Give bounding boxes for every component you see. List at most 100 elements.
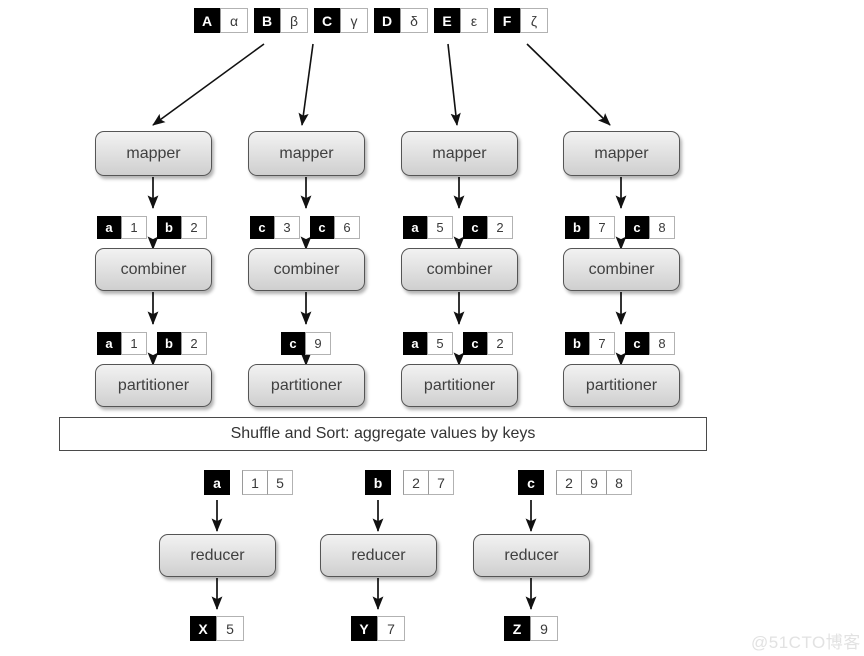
group-value-list: 1 5 (242, 470, 293, 495)
watermark: @51CTO博客 (751, 633, 861, 652)
pair-value: 8 (649, 332, 675, 355)
pair-key: Y (351, 616, 377, 641)
pair-value: 2 (487, 332, 513, 355)
pair-value: δ (400, 8, 428, 33)
pair-value: ε (460, 8, 488, 33)
partitioner-label: partitioner (117, 376, 190, 394)
pair-value: γ (340, 8, 368, 33)
mapper-output-pair: c 8 (625, 216, 675, 239)
reducer-input-group: a 1 5 (204, 470, 293, 495)
combiner-label: combiner (588, 260, 655, 278)
arrow-input-to-mapper-4 (526, 43, 611, 126)
combiner-box[interactable]: combiner (95, 248, 212, 291)
group-value-list: 2 9 8 (556, 470, 632, 495)
combiner-output-pair: c 9 (281, 332, 331, 355)
reducer-input-group: b 2 7 (365, 470, 454, 495)
pair-value: ζ (520, 8, 548, 33)
mapper-label: mapper (594, 144, 649, 162)
mapper-box[interactable]: mapper (563, 131, 680, 176)
partitioner-box[interactable]: partitioner (401, 364, 518, 407)
combiner-label: combiner (273, 260, 340, 278)
group-value: 1 (242, 470, 268, 495)
final-output-pair: Z 9 (504, 616, 558, 641)
reducer-box[interactable]: reducer (320, 534, 437, 577)
pair-value: α (220, 8, 248, 33)
pair-key: F (494, 8, 520, 33)
reducer-box[interactable]: reducer (473, 534, 590, 577)
pair-value: 5 (216, 616, 244, 641)
pair-value: 5 (427, 216, 453, 239)
mapper-output-pair: a 1 (97, 216, 147, 239)
pair-value: 5 (427, 332, 453, 355)
pair-value: 3 (274, 216, 300, 239)
partitioner-box[interactable]: partitioner (563, 364, 680, 407)
partitioner-label: partitioner (585, 376, 658, 394)
input-pair: E ε (434, 8, 488, 33)
input-pair: C γ (314, 8, 368, 33)
pair-value: 1 (121, 216, 147, 239)
combiner-box[interactable]: combiner (563, 248, 680, 291)
input-pair: F ζ (494, 8, 548, 33)
pair-key: c (625, 216, 649, 239)
pair-value: 1 (121, 332, 147, 355)
mapper-output-pair: c 2 (463, 216, 513, 239)
pair-key: b (157, 216, 181, 239)
pair-key: Z (504, 616, 530, 641)
reducer-input-group: c 2 9 8 (518, 470, 632, 495)
mapper-output-pair: a 5 (403, 216, 453, 239)
input-pair: A α (194, 8, 248, 33)
combiner-label: combiner (120, 260, 187, 278)
pair-key: A (194, 8, 220, 33)
partitioner-box[interactable]: partitioner (95, 364, 212, 407)
pair-key: a (97, 216, 121, 239)
shuffle-and-sort-label: Shuffle and Sort: aggregate values by ke… (230, 425, 536, 442)
partitioner-box[interactable]: partitioner (248, 364, 365, 407)
mapper-label: mapper (126, 144, 181, 162)
arrow-input-to-mapper-1 (152, 43, 265, 126)
group-key: b (365, 470, 391, 495)
pair-key: B (254, 8, 280, 33)
pair-value: 7 (589, 216, 615, 239)
pair-key: X (190, 616, 216, 641)
final-output-pair: X 5 (190, 616, 244, 641)
pair-key: a (403, 332, 427, 355)
partitioner-label: partitioner (270, 376, 343, 394)
combiner-box[interactable]: combiner (401, 248, 518, 291)
combiner-output-pair: c 8 (625, 332, 675, 355)
pair-key: c (463, 332, 487, 355)
combiner-output-pair: a 1 (97, 332, 147, 355)
mapper-box[interactable]: mapper (95, 131, 212, 176)
shuffle-and-sort-bar: Shuffle and Sort: aggregate values by ke… (59, 417, 707, 451)
arrow-input-to-mapper-2 (298, 43, 314, 126)
mapper-output-pair: c 3 (250, 216, 300, 239)
pair-value: 2 (181, 216, 207, 239)
mapper-box[interactable]: mapper (248, 131, 365, 176)
mapper-output-pair: b 7 (565, 216, 615, 239)
input-pair: B β (254, 8, 308, 33)
partitioner-label: partitioner (423, 376, 496, 394)
group-value: 8 (606, 470, 632, 495)
reducer-box[interactable]: reducer (159, 534, 276, 577)
pair-key: c (250, 216, 274, 239)
pair-key: b (565, 216, 589, 239)
pair-value: 6 (334, 216, 360, 239)
group-value: 5 (267, 470, 293, 495)
group-value-list: 2 7 (403, 470, 454, 495)
pair-value: 2 (487, 216, 513, 239)
reducer-label: reducer (190, 546, 245, 564)
mapreduce-diagram: A α B β C γ D δ E ε F ζ mapper mapper ma… (0, 0, 864, 656)
pair-key: b (565, 332, 589, 355)
mapper-label: mapper (432, 144, 487, 162)
pair-value: 7 (589, 332, 615, 355)
combiner-output-pair: a 5 (403, 332, 453, 355)
combiner-label: combiner (426, 260, 493, 278)
pair-key: a (403, 216, 427, 239)
mapper-box[interactable]: mapper (401, 131, 518, 176)
group-key: c (518, 470, 544, 495)
pair-key: a (97, 332, 121, 355)
group-key: a (204, 470, 230, 495)
pair-value: 9 (530, 616, 558, 641)
pair-key: c (310, 216, 334, 239)
combiner-box[interactable]: combiner (248, 248, 365, 291)
mapper-output-pair: b 2 (157, 216, 207, 239)
